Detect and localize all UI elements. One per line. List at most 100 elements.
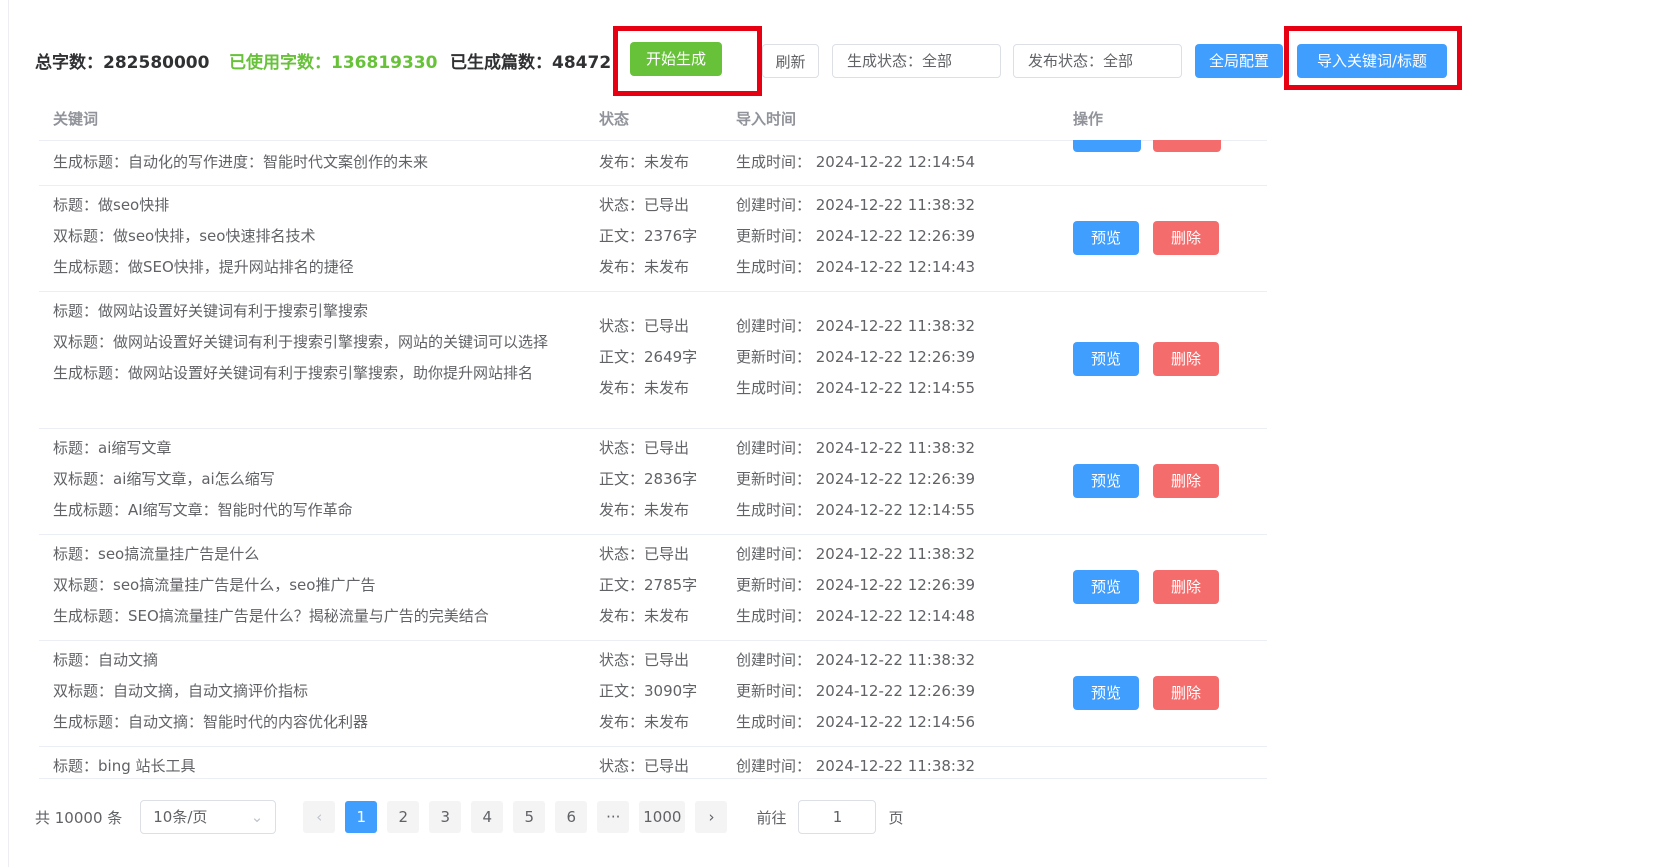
table-row: 标题：做seo快排 双标题：做seo快排，seo快速排名技术 生成标题：做SEO… [39,185,1267,292]
row-dual-title: 双标题：seo搞流量挂广告是什么，seo推广广告 [53,576,376,594]
row-publish-status: 发布：未发布 [599,607,690,625]
page-suffix-label: 页 [888,808,904,827]
row-gen-title: 生成标题：自动化的写作进度：智能时代文案创作的未来 [53,153,429,171]
row-generated-time: 生成时间： 2024-12-22 12:14:55 [736,379,976,397]
row-state: 状态：已导出 [599,757,690,775]
page-6-button[interactable]: 6 [555,801,588,833]
row-dual-title: 双标题：自动文摘，自动文摘评价指标 [53,682,309,700]
publish-status-select[interactable]: 发布状态：全部 [1013,44,1182,78]
page-4-button[interactable]: 4 [471,801,504,833]
row-generated-time: 生成时间： 2024-12-22 12:14:56 [736,713,976,731]
row-created-time: 创建时间： 2024-12-22 11:38:32 [736,651,976,669]
row-dual-title: 双标题：ai缩写文章，ai怎么缩写 [53,470,275,488]
toolbar: 总字数：282580000 已使用字数：136819330 已生成篇数：4847… [9,0,1469,100]
delete-button-edge[interactable] [1153,140,1221,152]
row-generated-time: 生成时间： 2024-12-22 12:14:55 [736,501,976,519]
row-dual-title: 双标题：做seo快排，seo快速排名技术 [53,227,316,245]
generated-count-stat: 已生成篇数：48472 [450,53,612,73]
row-title: 标题：做seo快排 [53,196,170,214]
table-row-partial: 生成标题：自动化的写作进度：智能时代文案创作的未来 发布：未发布 生成时间： 2… [39,140,1267,186]
row-created-time: 创建时间： 2024-12-22 11:38:32 [736,757,976,775]
row-generated-time: 生成时间： 2024-12-22 12:14:54 [736,153,976,171]
delete-button[interactable]: 删除 [1153,570,1219,604]
goto-page-input[interactable]: 1 [798,800,877,834]
table-row: 标题：自动文摘 双标题：自动文摘，自动文摘评价指标 生成标题：自动文摘：智能时代… [39,640,1267,747]
page-size-value: 10条/页 [153,808,208,826]
table-body: 生成标题：自动化的写作进度：智能时代文案创作的未来 发布：未发布 生成时间： 2… [39,140,1267,779]
row-dual-title: 双标题：做网站设置好关键词有利于搜索引擎搜索，网站的关键词可以选择 [53,333,549,351]
row-gen-title: 生成标题：AI缩写文章：智能时代的写作革命 [53,501,353,519]
row-created-time: 创建时间： 2024-12-22 11:38:32 [736,317,976,335]
row-title: 标题：做网站设置好关键词有利于搜索引擎搜索 [53,302,369,320]
page-size-select[interactable]: 10条/页 ⌄ [140,800,277,834]
pagination: 共 10000 条 10条/页 ⌄ ‹ 1 2 3 4 5 6 ··· 1000… [35,800,903,834]
global-config-button[interactable]: 全局配置 [1195,44,1283,78]
import-keywords-button[interactable]: 导入关键词/标题 [1297,44,1447,78]
row-publish-status: 发布：未发布 [599,258,690,276]
row-publish-status: 发布：未发布 [599,153,690,171]
delete-button[interactable]: 删除 [1153,342,1219,376]
more-pages-button[interactable]: ··· [597,801,630,833]
row-gen-title: 生成标题：做网站设置好关键词有利于搜索引擎搜索，助你提升网站排名 [53,364,534,382]
table-header: 关键词 状态 导入时间 操作 [39,100,1267,141]
delete-button[interactable]: 删除 [1153,221,1219,255]
page-2-button[interactable]: 2 [387,801,420,833]
row-body-length: 正文：3090字 [599,682,698,700]
refresh-button[interactable]: 刷新 [762,44,819,78]
next-page-button[interactable]: › [695,801,728,833]
delete-button[interactable]: 删除 [1153,676,1219,710]
row-body-length: 正文：2836字 [599,470,698,488]
page-5-button[interactable]: 5 [513,801,546,833]
row-state: 状态：已导出 [599,317,690,335]
row-title: 标题：自动文摘 [53,651,159,669]
preview-button[interactable]: 预览 [1073,342,1139,376]
goto-label: 前往 [756,808,787,827]
preview-button[interactable]: 预览 [1073,570,1139,604]
row-updated-time: 更新时间： 2024-12-22 12:26:39 [736,682,976,700]
row-gen-title: 生成标题：SEO搞流量挂广告是什么？揭秘流量与广告的完美结合 [53,607,489,625]
delete-button[interactable]: 删除 [1153,464,1219,498]
row-body-length: 正文：2376字 [599,227,698,245]
row-created-time: 创建时间： 2024-12-22 11:38:32 [736,196,976,214]
header-import-time: 导入时间 [736,110,797,128]
row-state: 状态：已导出 [599,545,690,563]
page-1000-button[interactable]: 1000 [639,801,686,833]
row-updated-time: 更新时间： 2024-12-22 12:26:39 [736,227,976,245]
table-row: 标题：bing 站长工具 状态：已导出 创建时间： 2024-12-22 11:… [39,746,1267,778]
row-updated-time: 更新时间： 2024-12-22 12:26:39 [736,470,976,488]
row-updated-time: 更新时间： 2024-12-22 12:26:39 [736,576,976,594]
row-title: 标题：ai缩写文章 [53,439,172,457]
generate-status-select[interactable]: 生成状态：全部 [832,44,1001,78]
preview-button[interactable]: 预览 [1073,464,1139,498]
total-words-stat: 总字数：282580000 [35,53,210,73]
row-generated-time: 生成时间： 2024-12-22 12:14:48 [736,607,976,625]
row-body-length: 正文：2785字 [599,576,698,594]
row-state: 状态：已导出 [599,651,690,669]
row-state: 状态：已导出 [599,439,690,457]
table-row: 标题：seo搞流量挂广告是什么 双标题：seo搞流量挂广告是什么，seo推广广告… [39,534,1267,641]
row-gen-title: 生成标题：自动文摘：智能时代的内容优化利器 [53,713,369,731]
row-created-time: 创建时间： 2024-12-22 11:38:32 [736,545,976,563]
row-created-time: 创建时间： 2024-12-22 11:38:32 [736,439,976,457]
header-status: 状态 [599,110,630,128]
page-1-button[interactable]: 1 [345,801,378,833]
row-gen-title: 生成标题：做SEO快排，提升网站排名的捷径 [53,258,354,276]
preview-button-edge[interactable] [1073,140,1141,152]
page-3-button[interactable]: 3 [429,801,462,833]
header-actions: 操作 [1073,110,1104,128]
row-body-length: 正文：2649字 [599,348,698,366]
row-publish-status: 发布：未发布 [599,501,690,519]
row-generated-time: 生成时间： 2024-12-22 12:14:43 [736,258,976,276]
row-state: 状态：已导出 [599,196,690,214]
table-row: 标题：做网站设置好关键词有利于搜索引擎搜索 双标题：做网站设置好关键词有利于搜索… [39,291,1267,429]
preview-button[interactable]: 预览 [1073,221,1139,255]
main-panel: 总字数：282580000 已使用字数：136819330 已生成篇数：4847… [8,0,1469,867]
prev-page-button[interactable]: ‹ [303,801,336,833]
preview-button[interactable]: 预览 [1073,676,1139,710]
start-generate-button[interactable]: 开始生成 [630,42,722,76]
pagination-total: 共 10000 条 [35,808,123,827]
header-keyword: 关键词 [53,110,99,128]
chevron-down-icon: ⌄ [250,808,264,826]
row-title: 标题：seo搞流量挂广告是什么 [53,545,260,563]
table-row: 标题：ai缩写文章 双标题：ai缩写文章，ai怎么缩写 生成标题：AI缩写文章：… [39,428,1267,535]
